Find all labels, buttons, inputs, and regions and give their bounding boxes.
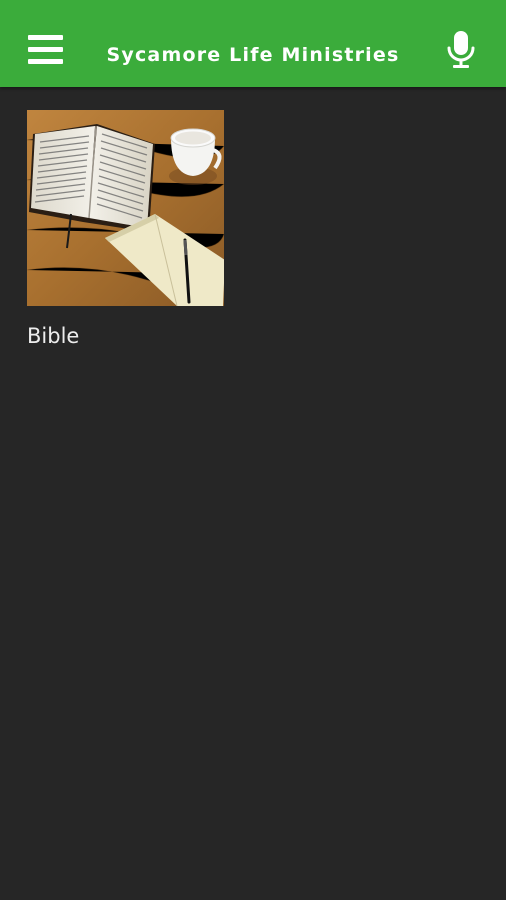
- menu-bar: [28, 35, 63, 40]
- menu-bar: [28, 59, 63, 64]
- bible-thumbnail-image: [27, 110, 224, 306]
- menu-bar: [28, 47, 63, 52]
- content-item-bible[interactable]: Bible: [27, 110, 224, 350]
- app-title: Sycamore Life Ministries: [106, 44, 400, 66]
- content-item-label: Bible: [27, 324, 80, 348]
- app-screen: Sycamore Life Ministries Bible: [0, 0, 506, 900]
- microphone-icon[interactable]: [445, 30, 477, 70]
- hamburger-menu-icon[interactable]: [28, 35, 63, 65]
- app-header: Sycamore Life Ministries: [0, 0, 506, 87]
